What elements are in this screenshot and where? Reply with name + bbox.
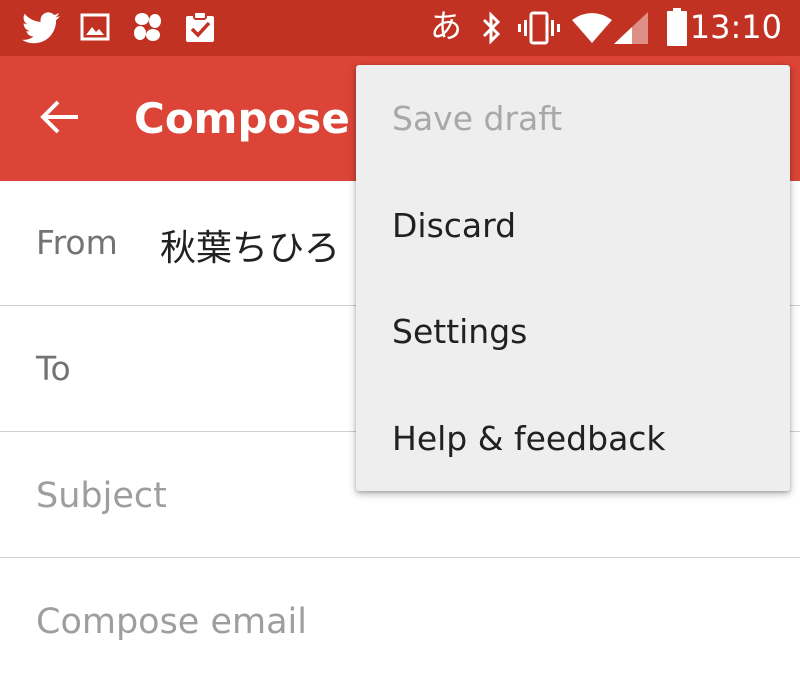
body-row: [0, 558, 800, 695]
to-label: To: [36, 349, 71, 388]
status-bar: あ 13:10: [0, 0, 800, 56]
clipboard-check-icon: [183, 10, 217, 44]
page-title: Compose: [134, 94, 350, 143]
from-label: From: [36, 223, 118, 262]
menu-item-label: Save draft: [392, 98, 563, 138]
vibrate-icon: [518, 11, 560, 45]
battery-icon: [666, 8, 688, 46]
menu-item-discard[interactable]: Discard: [356, 172, 790, 278]
bluetooth-icon: [480, 10, 504, 46]
cellular-signal-icon: [614, 12, 648, 44]
from-account[interactable]: 秋葉ちひろ: [160, 219, 340, 271]
wifi-icon: [572, 12, 612, 44]
menu-item-label: Settings: [392, 311, 528, 351]
gallery-icon: [80, 12, 110, 42]
menu-item-label: Help & feedback: [392, 418, 666, 458]
twitter-icon: [22, 12, 60, 44]
menu-item-settings[interactable]: Settings: [356, 278, 790, 384]
menu-item-help-feedback[interactable]: Help & feedback: [356, 385, 790, 491]
pinwheel-icon: [130, 10, 166, 44]
menu-item-save-draft[interactable]: Save draft: [356, 65, 790, 171]
status-clock: 13:10: [689, 8, 782, 46]
ime-indicator: あ: [430, 7, 463, 45]
compose-body-input[interactable]: [36, 592, 756, 652]
overflow-menu: Save draft Discard Settings Help & feedb…: [356, 65, 790, 491]
back-button[interactable]: [30, 94, 90, 144]
menu-item-label: Discard: [392, 205, 517, 245]
arrow-back-icon: [40, 99, 80, 140]
